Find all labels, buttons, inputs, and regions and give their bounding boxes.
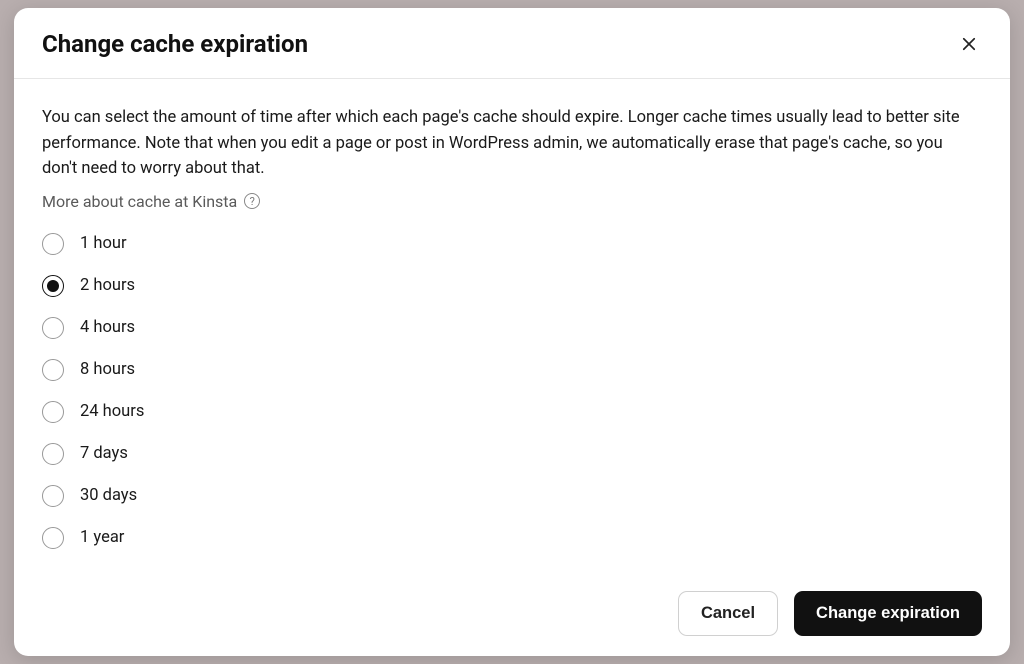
- radio-label: 1 year: [80, 528, 124, 547]
- radio-option[interactable]: 7 days: [42, 443, 982, 465]
- modal-header: Change cache expiration: [14, 8, 1010, 79]
- radio-indicator: [42, 233, 64, 255]
- help-icon: ?: [244, 193, 260, 209]
- modal-description: You can select the amount of time after …: [42, 105, 982, 182]
- radio-label: 24 hours: [80, 402, 144, 421]
- radio-indicator: [42, 401, 64, 423]
- radio-indicator: [42, 275, 64, 297]
- radio-label: 30 days: [80, 486, 137, 505]
- radio-option[interactable]: 4 hours: [42, 317, 982, 339]
- radio-option[interactable]: 24 hours: [42, 401, 982, 423]
- radio-indicator: [42, 527, 64, 549]
- radio-option[interactable]: 30 days: [42, 485, 982, 507]
- radio-option[interactable]: 1 hour: [42, 233, 982, 255]
- modal-footer: Cancel Change expiration: [14, 573, 1010, 656]
- change-expiration-button[interactable]: Change expiration: [794, 591, 982, 636]
- radio-indicator: [42, 443, 64, 465]
- radio-option[interactable]: 1 year: [42, 527, 982, 549]
- radio-indicator: [42, 317, 64, 339]
- modal-title: Change cache expiration: [42, 30, 308, 58]
- close-button[interactable]: [956, 31, 982, 57]
- radio-label: 1 hour: [80, 234, 127, 253]
- cancel-button[interactable]: Cancel: [678, 591, 778, 636]
- radio-label: 2 hours: [80, 276, 135, 295]
- radio-indicator: [42, 485, 64, 507]
- more-link-text: More about cache at Kinsta: [42, 192, 237, 211]
- radio-option[interactable]: 8 hours: [42, 359, 982, 381]
- radio-label: 8 hours: [80, 360, 135, 379]
- radio-indicator: [42, 359, 64, 381]
- more-about-cache-link[interactable]: More about cache at Kinsta ?: [42, 192, 260, 211]
- modal-body: You can select the amount of time after …: [14, 79, 1010, 573]
- expiration-options-list: 1 hour 2 hours 4 hours 8 hours 24 hours 7 day…: [42, 233, 982, 549]
- change-cache-expiration-modal: Change cache expiration You can select t…: [14, 8, 1010, 656]
- close-icon: [960, 35, 978, 53]
- radio-option[interactable]: 2 hours: [42, 275, 982, 297]
- radio-label: 4 hours: [80, 318, 135, 337]
- radio-label: 7 days: [80, 444, 128, 463]
